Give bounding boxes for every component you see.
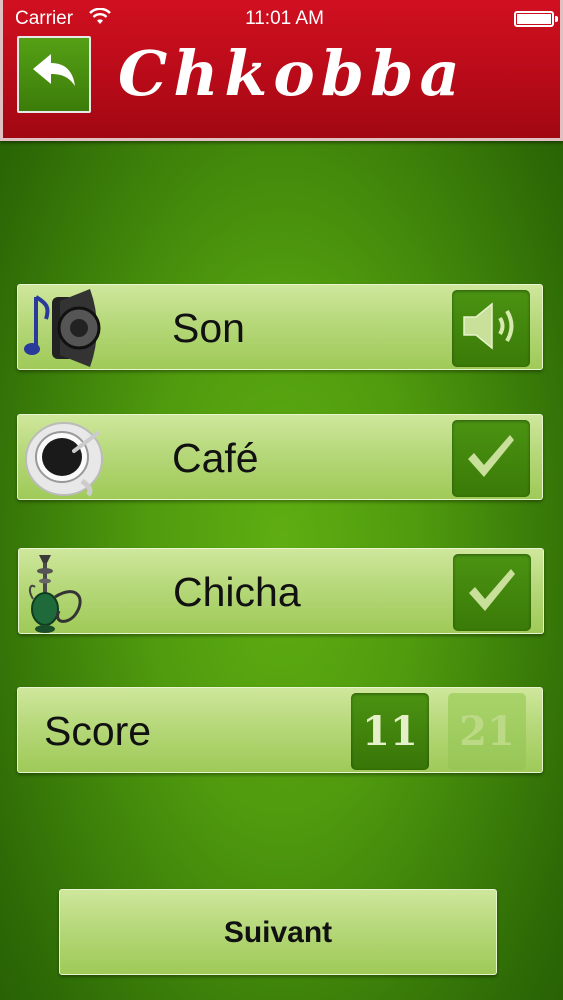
- setting-row-score: Score 11 21: [17, 687, 543, 773]
- sound-toggle[interactable]: [452, 290, 530, 367]
- setting-row-shisha: Chicha: [18, 548, 544, 634]
- score-option-11-label: 11: [362, 708, 418, 755]
- coffee-toggle[interactable]: [452, 420, 530, 497]
- next-button[interactable]: Suivant: [59, 889, 497, 975]
- checkmark-icon: [464, 431, 518, 486]
- speaker-music-icon: [24, 289, 104, 367]
- score-option-11[interactable]: 11: [351, 693, 429, 770]
- battery-icon: [514, 11, 558, 27]
- coffee-label: Café: [172, 435, 259, 481]
- setting-row-coffee: Café: [17, 414, 543, 500]
- coffee-cup-icon: [24, 419, 104, 497]
- back-arrow-icon: [31, 52, 77, 97]
- setting-row-sound: Son: [17, 284, 543, 370]
- app-logo: Chkobba: [118, 34, 463, 114]
- logo-text: Chkobba: [118, 37, 466, 110]
- checkmark-icon: [465, 565, 519, 620]
- status-bar: Carrier 11:01 AM: [3, 0, 563, 36]
- speaker-on-icon: [460, 298, 522, 359]
- shisha-label: Chicha: [173, 569, 301, 615]
- score-label: Score: [44, 708, 152, 754]
- header-bar: Carrier 11:01 AM Chkobba: [0, 0, 563, 141]
- status-time: 11:01 AM: [245, 8, 324, 29]
- back-button[interactable]: [17, 36, 91, 113]
- hookah-icon: [25, 553, 105, 633]
- sound-label: Son: [172, 305, 245, 351]
- score-option-21-label: 21: [459, 708, 515, 755]
- next-button-label: Suivant: [223, 916, 333, 949]
- score-option-21[interactable]: 21: [448, 693, 526, 770]
- shisha-toggle[interactable]: [453, 554, 531, 631]
